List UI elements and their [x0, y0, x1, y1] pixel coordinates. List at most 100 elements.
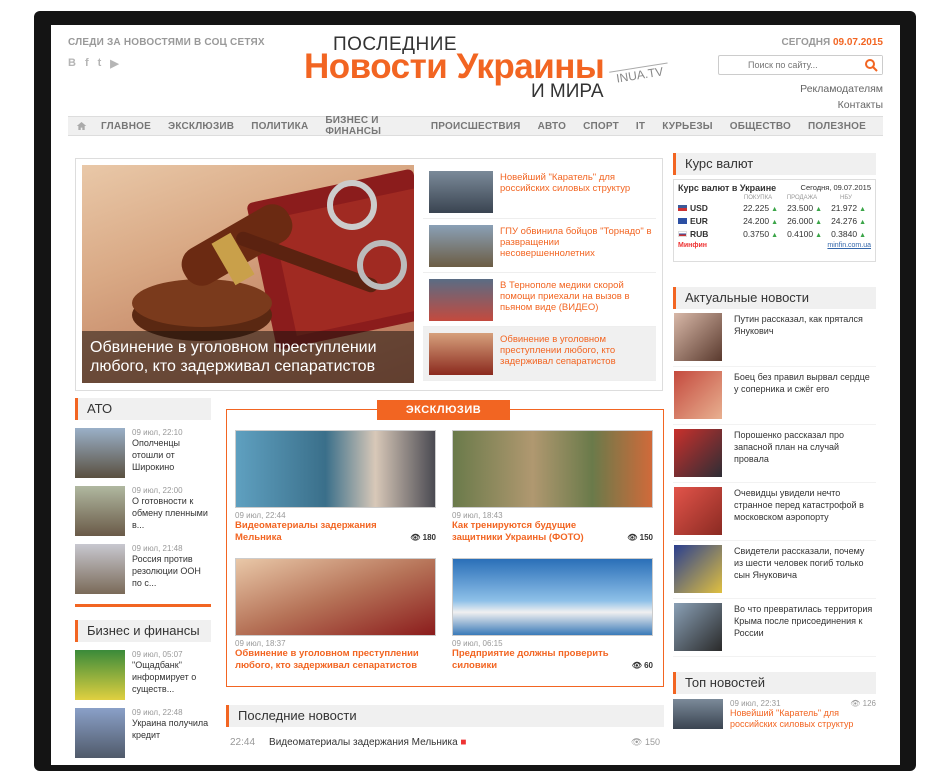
- news-thumb: [75, 708, 125, 758]
- ato-title: АТО: [75, 398, 211, 420]
- rate-row: RUB 0.3750 ▲ 0.4100 ▲ 0.3840 ▲: [678, 227, 871, 240]
- nav-item-incidents[interactable]: ПРОИСШЕСТВИЯ: [431, 121, 521, 132]
- nav-item-society[interactable]: ОБЩЕСТВО: [730, 121, 791, 132]
- advertisers-link[interactable]: Рекламодателям: [718, 81, 883, 97]
- rate-buy: 22.225 ▲: [743, 202, 778, 213]
- rate-code: EUR: [690, 215, 708, 226]
- news-thumb: [674, 487, 722, 535]
- news-text: Россия против резолюции ООН по с...: [132, 554, 201, 588]
- exclusive-card[interactable]: 09 июл, 18:37 Обвинение в уголовном прес…: [235, 558, 436, 672]
- news-thumb: [674, 371, 722, 419]
- col-buy: ПОКУПКА: [743, 195, 773, 201]
- list-item[interactable]: 09 июл, 05:07 "Ощадбанк" информирует о су…: [75, 650, 211, 700]
- list-item[interactable]: Свидетели рассказали, почему из шести че…: [673, 541, 876, 599]
- list-item[interactable]: 22:44 Видеоматериалы задержания Мельника …: [226, 737, 664, 748]
- news-thumb: [75, 650, 125, 700]
- hero-caption[interactable]: Обвинение в уголовном преступлении любог…: [82, 331, 414, 383]
- actual-news-title: Актуальные новости: [673, 287, 876, 309]
- search-input[interactable]: [742, 56, 882, 74]
- side-item[interactable]: ГПУ обвинила бойцов "Торнадо" в развраще…: [423, 219, 656, 273]
- minfin-logo[interactable]: Минфин: [678, 242, 707, 249]
- side-thumb: [429, 279, 493, 321]
- side-item-text: В Тернополе медики скорой помощи приехал…: [500, 280, 630, 313]
- minfin-link[interactable]: minfin.com.ua: [827, 242, 871, 249]
- social-block: СЛЕДИ ЗА НОВОСТЯМИ В СОЦ СЕТЯХ В f t ▶: [68, 37, 265, 70]
- list-item[interactable]: Порошенко рассказал про запасной план на…: [673, 425, 876, 483]
- nav-item-curious[interactable]: КУРЬЕЗЫ: [662, 121, 713, 132]
- youtube-icon[interactable]: ▶: [110, 57, 118, 70]
- news-text: Свидетели рассказали, почему из шести че…: [734, 546, 865, 580]
- exclusive-label[interactable]: ЭКСКЛЮЗИВ: [377, 400, 510, 420]
- list-item[interactable]: Очевидцы увидели нечто странное перед ка…: [673, 483, 876, 541]
- side-item-text: Новейший "Каратель" для российских силов…: [500, 172, 631, 194]
- today-label: СЕГОДНЯ: [781, 37, 831, 48]
- site-logo[interactable]: ПОСЛЕДНИЕ Новости Украины И МИРА INUA.TV: [304, 31, 684, 111]
- card-title: Обвинение в уголовном преступлении любог…: [235, 648, 419, 671]
- rate-nbu: 21.972 ▲: [831, 202, 866, 213]
- facebook-icon[interactable]: f: [85, 57, 89, 70]
- search-icon[interactable]: [864, 58, 878, 72]
- rates-table-title: Курс валют в Украине: [678, 183, 777, 193]
- list-item[interactable]: 09 июл, 22:48 Украина получила кредит: [75, 708, 211, 758]
- search-box: [718, 55, 883, 75]
- exclusive-card[interactable]: 09 июл, 06:15 Предприятие должны провери…: [452, 558, 653, 672]
- header-right: СЕГОДНЯ 09.07.2015 Рекламодателям Контак…: [718, 37, 883, 113]
- contacts-link[interactable]: Контакты: [718, 97, 883, 113]
- news-text: "Ощадбанк" информирует о существ...: [132, 660, 197, 694]
- nav-item-main[interactable]: ГЛАВНОЕ: [101, 121, 151, 132]
- card-title: Как тренируются будущие защитники Украин…: [452, 520, 653, 543]
- news-text: Путин рассказал, как прятался Янукович: [734, 314, 863, 336]
- side-item[interactable]: Новейший "Каратель" для российских силов…: [423, 165, 656, 219]
- news-text: Боец без правил вырвал сердце у соперник…: [734, 372, 870, 394]
- news-thumb: [674, 603, 722, 651]
- side-thumb: [429, 225, 493, 267]
- list-item[interactable]: Путин рассказал, как прятался Янукович: [673, 309, 876, 367]
- latest-news-title: Последние новости: [226, 705, 664, 727]
- us-flag-icon: [678, 204, 687, 211]
- side-thumb: [429, 171, 493, 213]
- list-item[interactable]: 09 июл, 21:48 Россия против резолюции ООН…: [75, 544, 211, 594]
- card-date: 09 июл, 22:44: [235, 511, 286, 520]
- exclusive-card[interactable]: 09 июл, 22:44 Видеоматериалы задержания …: [235, 430, 436, 544]
- social-icons: В f t ▶: [68, 57, 265, 70]
- news-thumb: [674, 429, 722, 477]
- hero-image[interactable]: Обвинение в уголовном преступлении любог…: [82, 165, 414, 383]
- twitter-icon[interactable]: t: [98, 57, 102, 70]
- ru-flag-icon: [678, 230, 687, 237]
- card-image: [235, 558, 436, 636]
- header-links: Рекламодателям Контакты: [718, 81, 883, 113]
- rates-table: Курс валют в Украине Сегодня, 09.07.2015…: [673, 179, 876, 262]
- nav-item-business[interactable]: БИЗНЕС И ФИНАНСЫ: [325, 115, 413, 137]
- card-image: [452, 430, 653, 508]
- nav-item-exclusive[interactable]: ЭКСКЛЮЗИВ: [168, 121, 234, 132]
- side-item[interactable]: В Тернополе медики скорой помощи приехал…: [423, 273, 656, 327]
- rate-sell: 26.000 ▲: [787, 215, 822, 226]
- nav-item-auto[interactable]: АВТО: [538, 121, 567, 132]
- logo-line3: И МИРА: [531, 81, 604, 102]
- home-icon[interactable]: [76, 120, 87, 132]
- news-text: Очевидцы увидели нечто странное перед ка…: [734, 488, 864, 522]
- exclusive-card[interactable]: 09 июл, 18:43 Как тренируются будущие за…: [452, 430, 653, 544]
- page: СЛЕДИ ЗА НОВОСТЯМИ В СОЦ СЕТЯХ В f t ▶ П…: [51, 25, 900, 765]
- nav-item-useful[interactable]: ПОЛЕЗНОЕ: [808, 121, 866, 132]
- card-date: 09 июл, 06:15: [452, 639, 503, 648]
- card-date: 09 июл, 18:43: [452, 511, 503, 520]
- views-count: 👁 150: [627, 533, 653, 542]
- news-thumb: [673, 699, 723, 729]
- list-item[interactable]: 09 июл, 22:00 О готовности к обмену пленн…: [75, 486, 211, 536]
- list-item[interactable]: 09 июл, 22:31 👁 126 Новейший "Каратель" …: [673, 699, 876, 730]
- vk-icon[interactable]: В: [68, 57, 76, 70]
- nav-item-sport[interactable]: СПОРТ: [583, 121, 619, 132]
- side-item[interactable]: Обвинение в уголовном преступлении любог…: [423, 327, 656, 381]
- list-item[interactable]: Во что превратилась территория Крыма пос…: [673, 599, 876, 657]
- card-image: [235, 430, 436, 508]
- nav-item-politics[interactable]: ПОЛИТИКА: [251, 121, 308, 132]
- list-item[interactable]: Боец без правил вырвал сердце у соперник…: [673, 367, 876, 425]
- right-column: Курс валют Курс валют в Украине Сегодня,…: [673, 153, 876, 730]
- actual-news: Актуальные новости Путин рассказал, как …: [673, 287, 876, 657]
- nav-item-it[interactable]: IT: [636, 121, 645, 132]
- list-item[interactable]: 09 июл, 22:10 Ополченцы отошли от Широкин…: [75, 428, 211, 478]
- news-text: Новейший "Каратель" для российских силов…: [730, 708, 854, 729]
- rates-header: Курс валют в Украине Сегодня, 09.07.2015: [678, 183, 871, 193]
- news-meta: 09 июл, 22:31 👁 126: [730, 699, 876, 708]
